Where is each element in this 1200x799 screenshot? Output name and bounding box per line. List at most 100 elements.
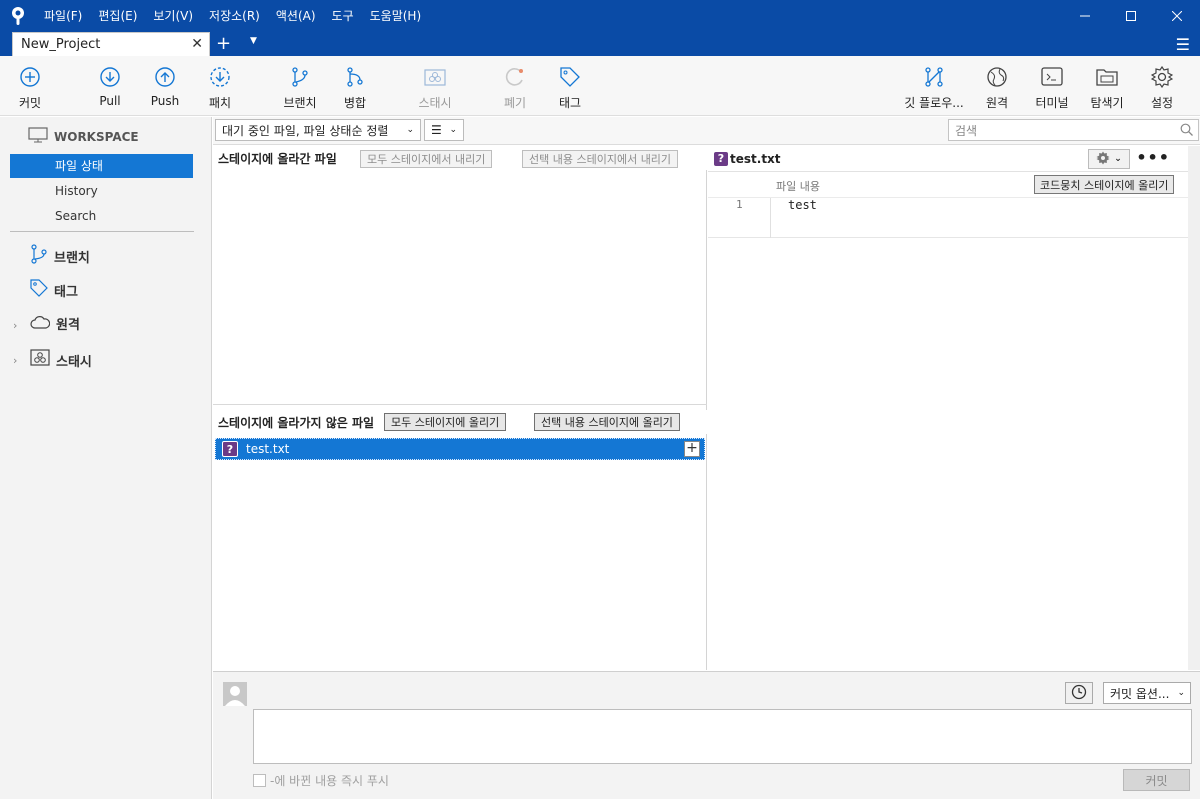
menu-edit[interactable]: 편집(E) [90,0,145,32]
settings-button[interactable]: 설정 [1130,64,1194,111]
tag-label: 태그 [558,96,582,110]
branch-icon [30,244,48,268]
search-icon [1180,123,1193,139]
commit-button[interactable]: 커밋 [1123,769,1190,791]
diff-options-dropdown[interactable]: ⌄ [1088,149,1130,169]
sidebar-group-branches[interactable]: 브랜치 [30,244,90,268]
diff-line: 1 test [708,198,1188,238]
terminal-label: 터미널 [1035,96,1069,110]
hunk-header: 파일 내용 코드뭉치 스테이지에 올리기 [708,174,1188,198]
gear-icon [1151,64,1173,90]
file-status-pane: 스테이지에 올라간 파일 모두 스테이지에서 내리기 선택 내용 스테이지에서 … [213,146,707,670]
file-name: test.txt [246,442,290,456]
unstaged-title: 스테이지에 올라가지 않은 파일 [218,415,375,430]
push-label: Push [150,94,180,108]
diff-header: ? test.txt ⌄ ••• [708,146,1188,172]
close-icon[interactable] [1154,0,1200,32]
unstage-selected-button[interactable]: 선택 내용 스테이지에서 내리기 [522,150,679,168]
unstage-all-button[interactable]: 모두 스테이지에서 내리기 [360,150,493,168]
sidebar-group-label: 스태시 [56,354,92,370]
maximize-icon[interactable] [1108,0,1154,32]
commit-label: 커밋 [18,96,42,110]
sidebar-group-label: 태그 [54,284,78,300]
globe-icon [986,64,1008,90]
vertical-scrollbar[interactable] [1188,146,1200,670]
sidebar-group-stashes[interactable]: 스태시 [30,349,92,371]
sort-dropdown-label: 대기 중인 파일, 파일 상태순 정렬 [222,123,389,138]
arrow-down-circle-icon [99,64,121,90]
search-input[interactable]: 검색 [948,119,1199,141]
plus-circle-icon [19,64,41,90]
sourcetree-logo-icon[interactable] [0,0,36,32]
menu-help[interactable]: 도움말(H) [362,0,430,32]
list-icon: ☰ [431,123,442,137]
commit-toolbar-button[interactable]: 커밋 [0,64,62,111]
sort-dropdown[interactable]: 대기 중인 파일, 파일 상태순 정렬 ⌄ [215,119,421,141]
window-controls [1062,0,1200,32]
commit-history-button[interactable] [1065,682,1093,704]
workspace-header: WORKSPACE [28,127,139,146]
sidebar-item-file-status[interactable]: 파일 상태 [10,154,193,178]
menu-tools[interactable]: 도구 [324,0,362,32]
menu-view[interactable]: 보기(V) [145,0,201,32]
tag-button[interactable]: 태그 [538,64,602,111]
clock-icon [1071,684,1087,703]
fetch-button[interactable]: 패치 [188,64,252,111]
menu-actions[interactable]: 액션(A) [268,0,324,32]
commit-area: 커밋 옵션... ⌄ -에 바뀐 내용 즉시 푸시 커밋 [213,671,1200,799]
add-tab-icon[interactable]: + [216,33,231,55]
commit-options-label: 커밋 옵션... [1110,686,1170,701]
sidebar-item-search[interactable]: Search [10,204,193,228]
push-immediately-option[interactable]: -에 바뀐 내용 즉시 푸시 [253,772,389,789]
merge-button[interactable]: 병합 [323,64,387,111]
sidebar-group-tags[interactable]: 태그 [30,279,78,301]
terminal-icon [1041,64,1063,90]
push-immediately-checkbox[interactable] [253,774,266,787]
more-options-icon[interactable]: ••• [1136,148,1170,167]
chevron-right-icon[interactable]: › [13,354,17,367]
line-number: 1 [736,198,743,211]
stage-hunk-button[interactable]: 코드뭉치 스테이지에 올리기 [1034,175,1175,194]
untracked-icon: ? [714,151,728,166]
menu-file[interactable]: 파일(F) [36,0,90,32]
tab-bar: New_Project ✕ + ▼ ☰ [0,32,1200,56]
cloud-icon [30,315,51,333]
merge-label: 병합 [343,96,367,110]
stash-button[interactable]: 스태시 [403,64,467,111]
diff-file-name: test.txt [730,151,781,166]
menu-bar: 파일(F) 편집(E) 보기(V) 저장소(R) 액션(A) 도구 도움말(H) [36,0,429,32]
minimize-icon[interactable] [1062,0,1108,32]
sidebar-item-history[interactable]: History [10,179,193,203]
toolbar: 커밋 Pull Push 패치 브랜치 병합 스태시 폐기 태그 깃 플로우..… [0,56,1200,116]
staged-title: 스테이지에 올라간 파일 [218,151,337,166]
git-flow-button[interactable]: 깃 플로우... [902,64,966,111]
fetch-circle-icon [209,64,231,90]
menu-repository[interactable]: 저장소(R) [201,0,268,32]
stage-file-plus-icon[interactable]: + [684,441,700,457]
stage-all-button[interactable]: 모두 스테이지에 올리기 [384,413,507,431]
avatar [223,682,247,706]
branch-icon [289,64,311,90]
tab-new-project[interactable]: New_Project ✕ [12,32,210,56]
tab-dropdown-icon[interactable]: ▼ [250,36,257,46]
monitor-icon [28,127,48,146]
filter-bar: 대기 중인 파일, 파일 상태순 정렬 ⌄ ☰ ⌄ 검색 [213,117,1200,145]
view-mode-dropdown[interactable]: ☰ ⌄ [424,119,464,141]
sidebar: WORKSPACE 파일 상태 History Search 브랜치 태그 › … [0,117,212,799]
tab-close-icon[interactable]: ✕ [191,36,203,52]
workspace-label: WORKSPACE [54,129,139,144]
chevron-right-icon[interactable]: › [13,319,17,332]
pane-divider [213,404,707,405]
hamburger-menu-icon[interactable]: ☰ [1176,35,1190,54]
list-item[interactable]: ? test.txt + [215,438,705,460]
remote-label: 원격 [985,96,1009,110]
commit-options-dropdown[interactable]: 커밋 옵션... ⌄ [1103,682,1191,704]
commit-message-input[interactable] [253,709,1192,764]
discard-label: 폐기 [503,96,527,110]
stage-selected-button[interactable]: 선택 내용 스테이지에 올리기 [534,413,680,431]
git-flow-label: 깃 플로우... [904,96,964,110]
diff-pane: ? test.txt ⌄ ••• 파일 내용 코드뭉치 스테이지에 올리기 1 … [708,146,1200,670]
sidebar-group-remotes[interactable]: 원격 [30,314,80,333]
push-immediately-label: -에 바뀐 내용 즉시 푸시 [270,774,389,788]
branch-label: 브랜치 [283,96,317,110]
